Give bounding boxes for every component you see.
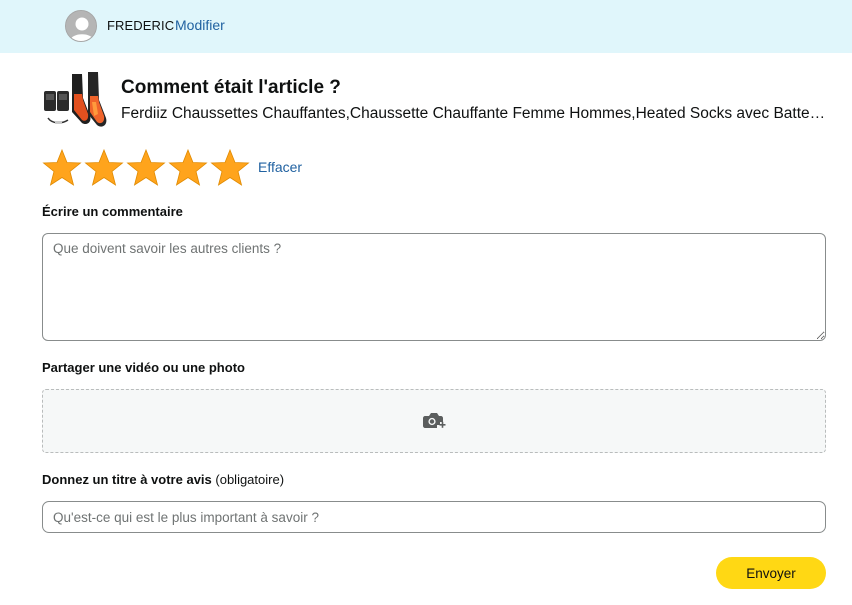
comment-textarea[interactable] [42, 233, 826, 341]
user-avatar-icon [65, 10, 97, 42]
star-icon[interactable] [41, 148, 83, 188]
star-icon[interactable] [167, 148, 209, 188]
camera-plus-icon [423, 413, 446, 428]
media-label: Partager une vidéo ou une photo [42, 360, 245, 375]
product-name: Ferdiiz Chaussettes Chauffantes,Chausset… [121, 105, 826, 122]
media-upload-zone[interactable] [42, 389, 826, 453]
product-image [42, 72, 108, 134]
star-rating [41, 148, 251, 188]
review-title-label: Donnez un titre à votre avis (obligatoir… [42, 472, 284, 487]
review-title-required-note: (obligatoire) [215, 472, 285, 487]
clear-rating-link[interactable]: Effacer [258, 159, 302, 175]
comment-label: Écrire un commentaire [42, 204, 183, 219]
review-question-title: Comment était l'article ? [121, 77, 341, 98]
review-title-input[interactable] [42, 501, 826, 533]
user-bar: FREDERIC Modifier [0, 0, 852, 53]
star-icon[interactable] [125, 148, 167, 188]
user-name: FREDERIC [107, 18, 175, 33]
star-icon[interactable] [209, 148, 251, 188]
star-icon[interactable] [83, 148, 125, 188]
review-title-label-text: Donnez un titre à votre avis [42, 472, 212, 487]
submit-button[interactable]: Envoyer [716, 557, 826, 589]
modify-profile-link[interactable]: Modifier [175, 17, 225, 33]
